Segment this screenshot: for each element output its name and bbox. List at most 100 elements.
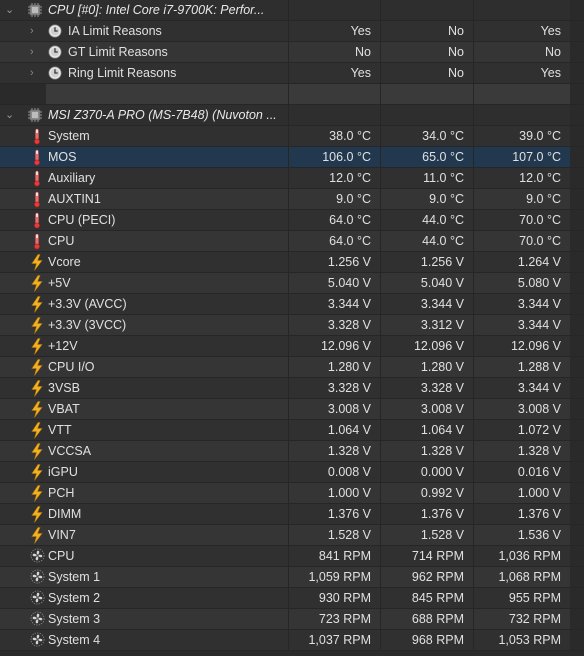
sensor-label: System 1 (46, 567, 288, 587)
sensor-label: PCH (46, 483, 288, 503)
chevron-down-icon[interactable]: ⌄ (5, 5, 15, 16)
current-value: 5.040 V (288, 273, 380, 293)
sensor-row[interactable]: CPU (PECI) 64.0 °C 44.0 °C 70.0 °C (0, 210, 584, 231)
sensor-row[interactable]: CPU I/O 1.280 V 1.280 V 1.288 V (0, 357, 584, 378)
max-value: 1.000 V (473, 483, 570, 503)
sensor-row[interactable]: +12V 12.096 V 12.096 V 12.096 V (0, 336, 584, 357)
sensor-row[interactable]: CPU 64.0 °C 44.0 °C 70.0 °C (0, 231, 584, 252)
group-gutter: ⌄ (0, 105, 46, 125)
current-value: 3.328 V (288, 315, 380, 335)
sensor-name: CPU (48, 234, 75, 248)
max-value: 1.328 V (473, 441, 570, 461)
sensor-label: System 3 (46, 609, 288, 629)
sensor-row[interactable]: System 2 930 RPM 845 RPM 955 RPM (0, 588, 584, 609)
group-header[interactable]: ⌄ CPU [#0]: Intel Core i7-9700K: Perfor..… (0, 0, 584, 21)
sensor-row[interactable]: Vcore 1.256 V 1.256 V 1.264 V (0, 252, 584, 273)
group-header[interactable]: ⌄ MSI Z370-A PRO (MS-7B48) (Nuvoton ... (0, 105, 584, 126)
max-value: 3.344 V (473, 294, 570, 314)
current-value: 3.344 V (288, 294, 380, 314)
max-value: 9.0 °C (473, 189, 570, 209)
row-gutter (0, 252, 46, 272)
sensor-row[interactable]: MOS 106.0 °C 65.0 °C 107.0 °C (0, 147, 584, 168)
chevron-right-icon[interactable]: › (30, 46, 34, 58)
sensor-name: System 3 (48, 612, 101, 626)
sensor-label: Ring Limit Reasons (46, 63, 288, 83)
min-value: 1.528 V (380, 525, 473, 545)
max-value: 12.096 V (473, 336, 570, 356)
voltage-bolt-icon (30, 422, 44, 439)
sensor-row[interactable]: › IA Limit Reasons Yes No Yes (0, 21, 584, 42)
motherboard-chip-icon (28, 108, 42, 122)
max-value: 1.264 V (473, 252, 570, 272)
sensor-label: System 2 (46, 588, 288, 608)
chevron-right-icon[interactable]: › (30, 25, 34, 37)
min-value: 5.040 V (380, 273, 473, 293)
sensor-name: Ring Limit Reasons (68, 66, 177, 80)
sensor-label: DIMM (46, 504, 288, 524)
max-value: Yes (473, 21, 570, 41)
sensor-row[interactable]: VIN7 1.528 V 1.528 V 1.536 V (0, 525, 584, 546)
sensor-row[interactable]: System 4 1,037 RPM 968 RPM 1,053 RPM (0, 630, 584, 651)
sensor-label: iGPU (46, 462, 288, 482)
row-gutter (0, 168, 46, 188)
sensor-name: +3.3V (AVCC) (48, 297, 127, 311)
row-gutter (0, 399, 46, 419)
voltage-bolt-icon (30, 359, 44, 376)
sensor-row[interactable]: iGPU 0.008 V 0.000 V 0.016 V (0, 462, 584, 483)
sensor-row[interactable]: VCCSA 1.328 V 1.328 V 1.328 V (0, 441, 584, 462)
sensor-row[interactable]: Auxiliary 12.0 °C 11.0 °C 12.0 °C (0, 168, 584, 189)
sensor-row[interactable]: System 3 723 RPM 688 RPM 732 RPM (0, 609, 584, 630)
sensor-row[interactable]: VBAT 3.008 V 3.008 V 3.008 V (0, 399, 584, 420)
min-value: 44.0 °C (380, 231, 473, 251)
limit-clock-icon (48, 24, 64, 41)
group-gutter: ⌄ (0, 0, 46, 20)
max-value: 3.344 V (473, 315, 570, 335)
min-value: 688 RPM (380, 609, 473, 629)
current-value: 930 RPM (288, 588, 380, 608)
sensor-row[interactable]: CPU 841 RPM 714 RPM 1,036 RPM (0, 546, 584, 567)
sensor-name: VCCSA (48, 444, 92, 458)
row-gutter (0, 357, 46, 377)
max-value: 70.0 °C (473, 210, 570, 230)
sensor-label: CPU I/O (46, 357, 288, 377)
sensor-row[interactable]: System 1 1,059 RPM 962 RPM 1,068 RPM (0, 567, 584, 588)
min-value: 9.0 °C (380, 189, 473, 209)
header-cell (473, 0, 570, 20)
min-value: 0.992 V (380, 483, 473, 503)
sensor-label: +12V (46, 336, 288, 356)
max-value: 1.536 V (473, 525, 570, 545)
current-value: 841 RPM (288, 546, 380, 566)
current-value: 1.280 V (288, 357, 380, 377)
max-value: 0.016 V (473, 462, 570, 482)
header-cell (288, 0, 380, 20)
max-value: 1.288 V (473, 357, 570, 377)
sensor-row[interactable]: AUXTIN1 9.0 °C 9.0 °C 9.0 °C (0, 189, 584, 210)
min-value: No (380, 42, 473, 62)
sensor-name: PCH (48, 486, 75, 500)
min-value: 11.0 °C (380, 168, 473, 188)
sensor-row[interactable]: › Ring Limit Reasons Yes No Yes (0, 63, 584, 84)
min-value: 1.376 V (380, 504, 473, 524)
min-value: 1.256 V (380, 252, 473, 272)
sensor-row[interactable]: PCH 1.000 V 0.992 V 1.000 V (0, 483, 584, 504)
sensor-row[interactable]: +3.3V (AVCC) 3.344 V 3.344 V 3.344 V (0, 294, 584, 315)
row-gutter (0, 126, 46, 146)
spacer-row (0, 84, 584, 105)
sensor-tree[interactable]: ⌄ CPU [#0]: Intel Core i7-9700K: Perfor..… (0, 0, 584, 651)
sensor-row[interactable]: 3VSB 3.328 V 3.328 V 3.344 V (0, 378, 584, 399)
sensor-row[interactable]: +3.3V (3VCC) 3.328 V 3.312 V 3.344 V (0, 315, 584, 336)
thermometer-icon (30, 191, 44, 208)
current-value: No (288, 42, 380, 62)
chevron-down-icon[interactable]: ⌄ (5, 110, 15, 121)
voltage-bolt-icon (30, 443, 44, 460)
sensor-row[interactable]: DIMM 1.376 V 1.376 V 1.376 V (0, 504, 584, 525)
sensor-row[interactable]: VTT 1.064 V 1.064 V 1.072 V (0, 420, 584, 441)
sensor-row[interactable]: +5V 5.040 V 5.040 V 5.080 V (0, 273, 584, 294)
sensor-name: CPU (48, 549, 75, 563)
sensor-row[interactable]: System 38.0 °C 34.0 °C 39.0 °C (0, 126, 584, 147)
sensor-label: +3.3V (3VCC) (46, 315, 288, 335)
sensor-row[interactable]: › GT Limit Reasons No No No (0, 42, 584, 63)
spacer-cell (288, 84, 380, 104)
voltage-bolt-icon (30, 296, 44, 313)
chevron-right-icon[interactable]: › (30, 67, 34, 79)
